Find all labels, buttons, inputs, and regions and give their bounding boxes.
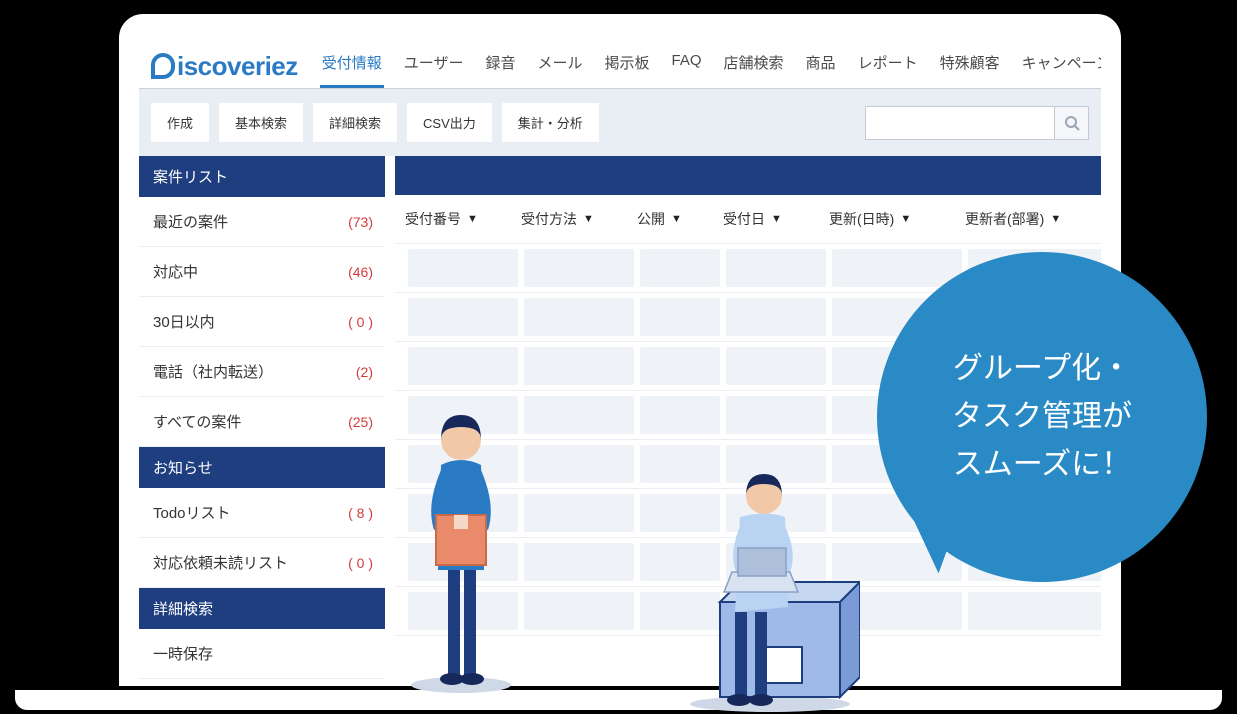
col-reception-date[interactable]: 受付日 ▼: [723, 209, 823, 229]
sidebar-item-label: Todoリスト: [153, 502, 231, 523]
nav-tab-board[interactable]: 掲示板: [603, 42, 652, 88]
column-headers: 受付番号 ▼ 受付方法 ▼ 公開 ▼ 受付日 ▼: [395, 195, 1101, 244]
toolbar: 作成 基本検索 詳細検索 CSV出力 集計・分析: [139, 89, 1101, 156]
sidebar-item-label: 最近の案件: [153, 211, 228, 232]
search-wrap: [865, 106, 1089, 140]
sidebar-item-count: ( 8 ): [348, 505, 373, 521]
sidebar-item-label: 対応中: [153, 261, 198, 282]
nav-tab-faq[interactable]: FAQ: [670, 42, 704, 88]
sort-desc-icon: ▼: [671, 213, 682, 225]
nav-tab-store-search[interactable]: 店舗検索: [722, 42, 786, 88]
nav-tab-campaign[interactable]: キャンペーン: [1020, 42, 1101, 88]
create-button[interactable]: 作成: [151, 103, 209, 142]
logo-d-icon: [151, 53, 175, 79]
sort-desc-icon: ▼: [771, 213, 782, 225]
sidebar-item-recent[interactable]: 最近の案件 (73): [139, 197, 385, 247]
sidebar-item-draft[interactable]: 一時保存: [139, 629, 385, 679]
nav-tab-product[interactable]: 商品: [804, 42, 838, 88]
sidebar-header-cases: 案件リスト: [139, 156, 385, 197]
nav-tab-report[interactable]: レポート: [856, 42, 920, 88]
sidebar-item-count: (46): [348, 264, 373, 280]
sort-desc-icon: ▼: [1050, 213, 1061, 225]
nav-tab-mail[interactable]: メール: [535, 42, 584, 88]
search-icon: [1064, 115, 1080, 131]
laptop-base: [0, 686, 1237, 714]
sort-desc-icon: ▼: [900, 213, 911, 225]
sidebar-header-detail-search: 詳細検索: [139, 588, 385, 629]
col-reception-method[interactable]: 受付方法 ▼: [521, 209, 631, 229]
sidebar-item-label: すべての案件: [153, 411, 241, 432]
header: iscoveriez 受付情報 ユーザー 録音 メール 掲示板 FAQ 店舗検索…: [139, 34, 1101, 89]
sidebar-item-label: 一時保存: [153, 643, 213, 664]
sidebar-item-all[interactable]: すべての案件 (25): [139, 397, 385, 447]
brand-logo[interactable]: iscoveriez: [151, 49, 298, 82]
illustration-person-laptop: [680, 462, 860, 712]
search-input[interactable]: [865, 106, 1055, 140]
nav-tab-user[interactable]: ユーザー: [402, 42, 466, 88]
sidebar-item-count: (25): [348, 414, 373, 430]
nav-tab-reception[interactable]: 受付情報: [320, 42, 384, 88]
col-updated-at[interactable]: 更新(日時) ▼: [829, 209, 959, 229]
col-reception-no[interactable]: 受付番号 ▼: [405, 209, 515, 229]
brand-name: iscoveriez: [177, 51, 298, 82]
sort-desc-icon: ▼: [467, 213, 478, 225]
nav-tab-recording[interactable]: 録音: [483, 42, 517, 88]
promo-speech-bubble: グループ化・ タスク管理が スムーズに！: [877, 252, 1207, 582]
sidebar-item-label: 30日以内: [153, 311, 215, 332]
detail-search-button[interactable]: 詳細検索: [313, 103, 397, 142]
sidebar-header-notice: お知らせ: [139, 447, 385, 488]
basic-search-button[interactable]: 基本検索: [219, 103, 303, 142]
sidebar-item-count: ( 0 ): [348, 555, 373, 571]
csv-export-button[interactable]: CSV出力: [407, 103, 492, 142]
col-updated-by[interactable]: 更新者(部署) ▼: [965, 209, 1101, 229]
illustration-person-box: [406, 395, 516, 695]
col-public[interactable]: 公開 ▼: [637, 209, 717, 229]
sidebar-item-phone-transfer[interactable]: 電話（社内転送） (2): [139, 347, 385, 397]
sidebar-item-30days[interactable]: 30日以内 ( 0 ): [139, 297, 385, 347]
sidebar: 案件リスト 最近の案件 (73) 対応中 (46) 30日以内 ( 0 ) 電話…: [139, 156, 385, 679]
sidebar-item-count: ( 0 ): [348, 314, 373, 330]
search-button[interactable]: [1055, 106, 1089, 140]
sidebar-item-inprogress[interactable]: 対応中 (46): [139, 247, 385, 297]
nav-tab-special-customer[interactable]: 特殊顧客: [938, 42, 1002, 88]
sidebar-item-todo[interactable]: Todoリスト ( 8 ): [139, 488, 385, 538]
sidebar-item-count: (2): [356, 364, 373, 380]
sidebar-item-unread-requests[interactable]: 対応依頼未読リスト ( 0 ): [139, 538, 385, 588]
aggregate-button[interactable]: 集計・分析: [502, 103, 599, 142]
sidebar-item-label: 電話（社内転送）: [153, 361, 273, 382]
sort-desc-icon: ▼: [583, 213, 594, 225]
content-header-bar: [395, 156, 1101, 195]
sidebar-item-label: 対応依頼未読リスト: [153, 552, 288, 573]
sidebar-item-count: (73): [348, 214, 373, 230]
nav-tabs: 受付情報 ユーザー 録音 メール 掲示板 FAQ 店舗検索 商品 レポート 特殊…: [320, 42, 1101, 88]
